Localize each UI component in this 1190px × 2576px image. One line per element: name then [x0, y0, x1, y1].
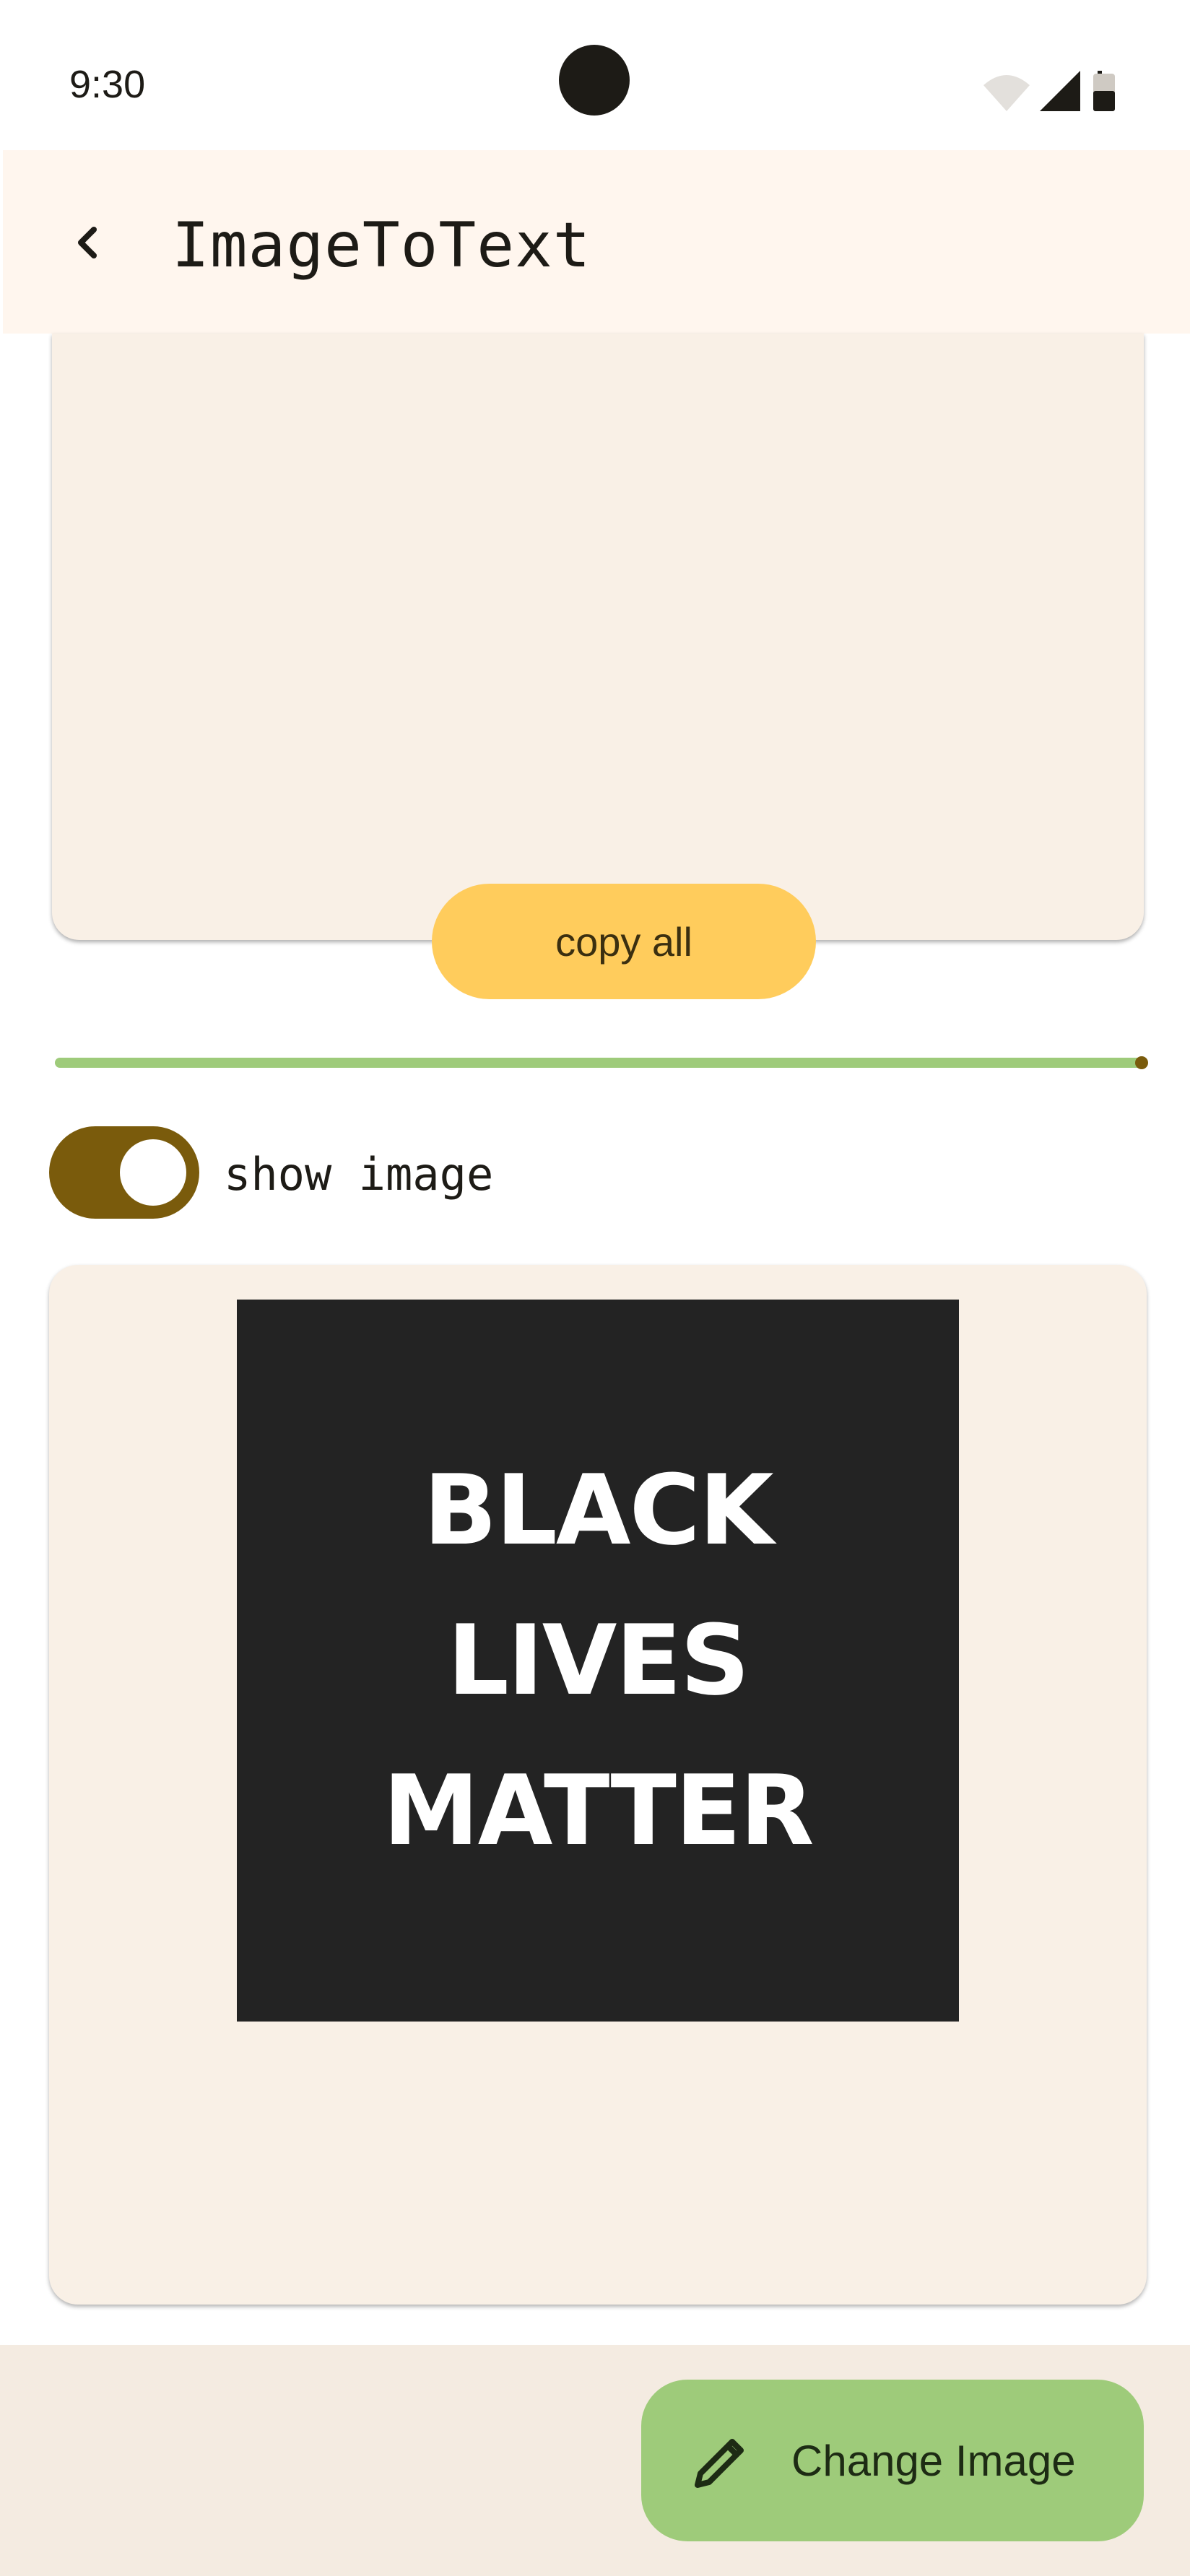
copy-all-button[interactable]: copy all — [432, 884, 816, 999]
cell-signal-icon — [1040, 71, 1080, 111]
change-image-button[interactable]: Change Image — [641, 2380, 1144, 2541]
image-text-line: BLACK — [423, 1454, 773, 1567]
show-image-label: show image — [224, 1148, 494, 1201]
battery-icon — [1093, 71, 1115, 111]
change-image-label: Change Image — [791, 2437, 1076, 2485]
back-button[interactable] — [53, 208, 123, 277]
progress-bar — [55, 1058, 1144, 1068]
show-image-toggle[interactable] — [49, 1126, 199, 1219]
image-text-line: MATTER — [383, 1754, 814, 1867]
chevron-left-icon — [78, 227, 97, 258]
status-icons — [983, 71, 1115, 111]
status-bar: 9:30 — [0, 0, 1190, 150]
status-time: 9:30 — [69, 63, 146, 106]
progress-indicator-end — [1135, 1056, 1148, 1069]
camera-cutout — [559, 45, 630, 116]
image-preview-card: BLACK LIVES MATTER — [49, 1265, 1147, 2305]
toggle-thumb — [120, 1139, 186, 1206]
wifi-icon — [983, 75, 1030, 111]
recognized-text-area[interactable] — [52, 334, 1144, 940]
selected-image: BLACK LIVES MATTER — [237, 1300, 959, 2022]
page-title: ImageToText — [172, 209, 591, 282]
bottom-bar: Change Image — [0, 2345, 1190, 2576]
image-text-line: LIVES — [447, 1604, 750, 1717]
pencil-icon — [695, 2439, 744, 2488]
top-app-bar: ImageToText — [3, 150, 1190, 334]
